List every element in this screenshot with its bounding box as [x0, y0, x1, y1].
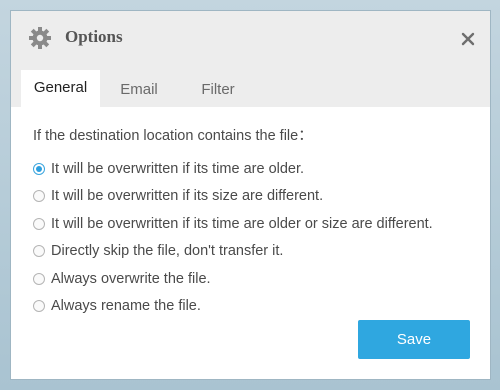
- overwrite-options: It will be overwritten if its time are o…: [33, 155, 433, 320]
- radio-button[interactable]: [33, 272, 45, 285]
- tab-email[interactable]: Email: [106, 72, 172, 107]
- option-always-overwrite[interactable]: Always overwrite the file.: [33, 265, 433, 293]
- radio-button[interactable]: [33, 300, 45, 313]
- overwrite-prompt: If the destination location contains the…: [33, 128, 313, 144]
- tab-filter[interactable]: Filter: [183, 72, 253, 107]
- radio-button[interactable]: [33, 245, 45, 258]
- radio-button[interactable]: [33, 190, 45, 203]
- option-label: Directly skip the file, don't transfer i…: [51, 243, 284, 260]
- save-button[interactable]: Save: [358, 320, 470, 359]
- option-label: It will be overwritten if its size are d…: [51, 188, 324, 205]
- radio-button[interactable]: [33, 217, 45, 230]
- dialog-title: Options: [65, 27, 123, 46]
- dialog-titlebar: Options: [11, 11, 490, 66]
- option-skip-file[interactable]: Directly skip the file, don't transfer i…: [33, 238, 433, 266]
- option-overwrite-if-size-differs[interactable]: It will be overwritten if its size are d…: [33, 183, 433, 211]
- tab-general[interactable]: General: [21, 70, 100, 107]
- gear-icon: [28, 26, 52, 50]
- radio-button[interactable]: [33, 162, 45, 175]
- option-label: Always rename the file.: [51, 298, 201, 315]
- option-label: It will be overwritten if its time are o…: [51, 215, 433, 232]
- close-icon[interactable]: [460, 31, 476, 47]
- option-label: Always overwrite the file.: [51, 270, 211, 287]
- option-always-rename[interactable]: Always rename the file.: [33, 293, 433, 321]
- tab-bar: General Email Filter: [11, 66, 490, 107]
- options-dialog: Options General Email Filter If the dest…: [10, 10, 491, 380]
- option-overwrite-if-older[interactable]: It will be overwritten if its time are o…: [33, 155, 433, 183]
- option-label: It will be overwritten if its time are o…: [51, 160, 305, 177]
- option-overwrite-if-older-or-size-differs[interactable]: It will be overwritten if its time are o…: [33, 210, 433, 238]
